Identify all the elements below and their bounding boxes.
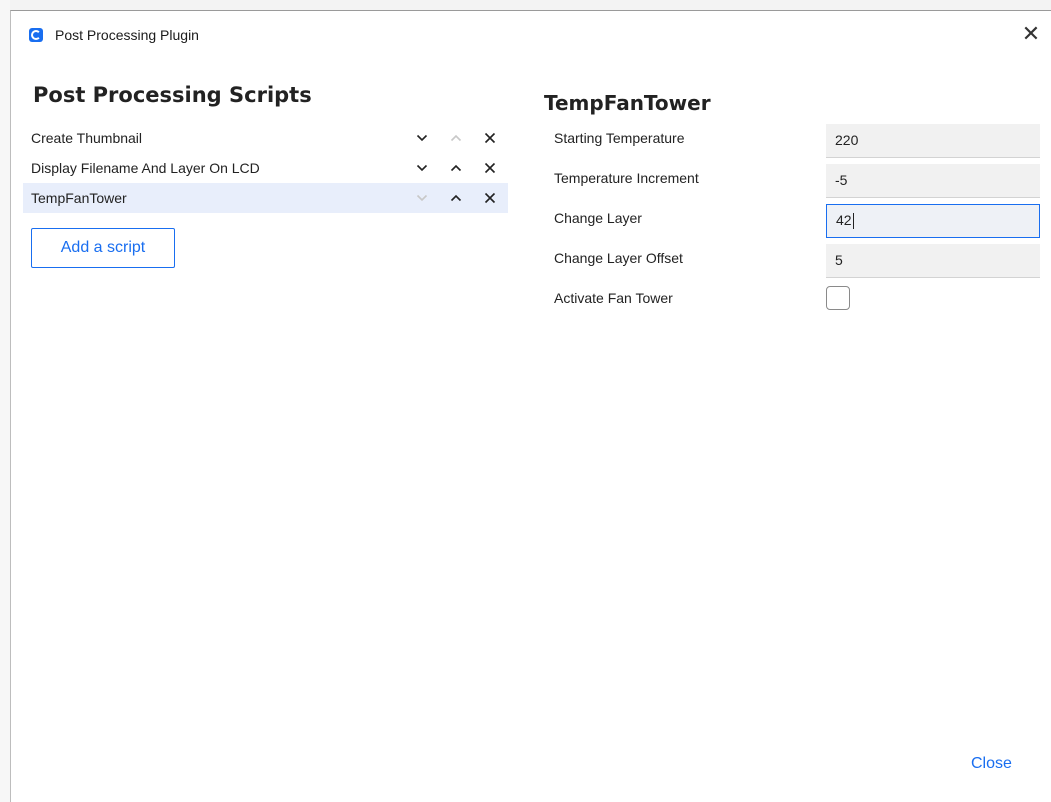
- background-app-edge: [0, 0, 10, 802]
- setting-label: Change Layer: [554, 210, 642, 226]
- text-caret: [852, 213, 854, 230]
- setting-change-layer-offset: Change Layer Offset 5: [554, 239, 1051, 279]
- move-up-icon[interactable]: [446, 153, 466, 183]
- script-settings: Starting Temperature 220 Temperature Inc…: [554, 119, 1051, 319]
- title-bar: Post Processing Plugin ✕: [11, 11, 1051, 59]
- script-item-tempfantower[interactable]: TempFanTower: [23, 183, 508, 213]
- cura-app-icon: [29, 28, 43, 42]
- move-down-icon[interactable]: [412, 153, 432, 183]
- change-layer-offset-field[interactable]: 5: [826, 244, 1040, 278]
- settings-heading: TempFanTower: [544, 91, 711, 115]
- remove-script-icon[interactable]: [480, 153, 500, 183]
- move-down-icon[interactable]: [412, 123, 432, 153]
- setting-label: Change Layer Offset: [554, 250, 683, 266]
- move-up-icon: [446, 123, 466, 153]
- setting-activate-fan-tower: Activate Fan Tower: [554, 279, 1051, 319]
- setting-starting-temperature: Starting Temperature 220: [554, 119, 1051, 159]
- change-layer-field[interactable]: 42: [826, 204, 1040, 238]
- setting-label: Starting Temperature: [554, 130, 685, 146]
- setting-temperature-increment: Temperature Increment -5: [554, 159, 1051, 199]
- window-close-icon[interactable]: ✕: [1017, 21, 1045, 49]
- script-item-create-thumbnail[interactable]: Create Thumbnail: [23, 123, 508, 153]
- setting-label: Temperature Increment: [554, 170, 699, 186]
- script-item-label: Display Filename And Layer On LCD: [31, 160, 260, 176]
- post-processing-dialog: Post Processing Plugin ✕ Post Processing…: [10, 10, 1051, 802]
- activate-fan-tower-checkbox[interactable]: [826, 286, 850, 310]
- setting-change-layer: Change Layer 42: [554, 199, 1051, 239]
- starting-temperature-field[interactable]: 220: [826, 124, 1040, 158]
- temperature-increment-field[interactable]: -5: [826, 164, 1040, 198]
- scripts-heading: Post Processing Scripts: [33, 83, 312, 107]
- remove-script-icon[interactable]: [480, 123, 500, 153]
- add-script-button[interactable]: Add a script: [31, 228, 175, 268]
- change-layer-value: 42: [836, 212, 852, 228]
- setting-label: Activate Fan Tower: [554, 290, 673, 306]
- script-item-display-filename[interactable]: Display Filename And Layer On LCD: [23, 153, 508, 183]
- background-app-strip: [0, 0, 1051, 10]
- close-button[interactable]: Close: [971, 755, 1012, 773]
- move-up-icon[interactable]: [446, 183, 466, 213]
- move-down-icon: [412, 183, 432, 213]
- script-list: Create Thumbnail Display Filename And La…: [23, 123, 508, 213]
- window-title: Post Processing Plugin: [55, 27, 199, 43]
- script-item-label: TempFanTower: [31, 190, 127, 206]
- script-item-label: Create Thumbnail: [31, 130, 143, 146]
- remove-script-icon[interactable]: [480, 183, 500, 213]
